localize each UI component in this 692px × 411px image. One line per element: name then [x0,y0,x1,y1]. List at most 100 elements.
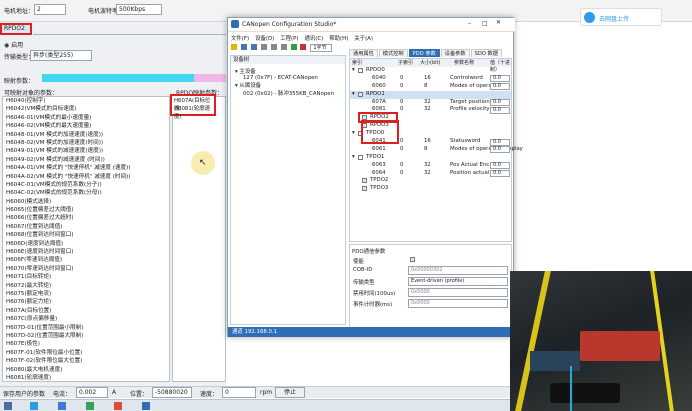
pdo-checkbox[interactable] [362,186,367,192]
paste-icon[interactable] [280,44,287,50]
list-item[interactable]: H6068(位置到达时间窗口) [3,231,169,239]
cob-field[interactable]: 0x00000302 [408,266,508,275]
value-field[interactable]: 0.0 [490,146,510,154]
copy-icon[interactable] [270,44,277,50]
tab-item[interactable]: 设备参数 [440,49,470,57]
list-item[interactable]: H6071(目标转矩) [3,273,169,281]
expand-icon[interactable]: ▾ [352,130,355,138]
start-icon[interactable] [4,402,12,410]
list-item[interactable]: H604A-01(VM 模式的 "快速停机" 减速度 (速度)) [3,164,169,172]
list-item[interactable]: H607C(原点偏移量) [3,315,169,323]
trans-select[interactable]: Event-driven (profile) [408,277,508,286]
list-item[interactable]: H6076(额定力矩) [3,298,169,306]
stop-button[interactable]: 停止 [275,387,305,398]
cut-icon[interactable] [260,44,267,50]
list-item[interactable]: H606D(速度到达阈值) [3,240,169,248]
menu-item[interactable]: 设备(D) [255,36,274,42]
menu-item[interactable]: 关于(A) [354,36,373,42]
tab-item[interactable]: 通用属性 [349,49,378,57]
maximize-icon[interactable]: □ [482,20,488,27]
pdo-checkbox[interactable] [358,154,363,160]
value-field[interactable]: 0.0 [490,106,510,114]
tab-item[interactable]: SDO 数据 [470,49,502,57]
list-item[interactable]: H6046-01(VM模式的最小速度量) [3,114,169,122]
trans-type-select[interactable]: 异步(类型255) [30,50,92,61]
table-row[interactable]: ▾ TPDO1 [350,154,511,162]
available-object-list[interactable]: H6040(控制字) H6042(VM模式的目标速度) H6046-01(VM模式的… [2,96,170,382]
slave-device[interactable]: 002 (0x02) - 脉冲355KB_CANopen [231,89,345,97]
pdo-enable-checkbox[interactable] [410,257,415,262]
event-field[interactable]: 0x0000 [408,299,508,308]
value-field[interactable]: 0.0 [490,99,510,107]
expand-icon[interactable]: ▾ [352,91,355,99]
table-row[interactable]: ▾ RPDO0 [350,67,511,75]
menu-item[interactable]: 工程(P) [280,36,298,42]
list-item[interactable]: H607E(极性) [3,340,169,348]
expand-icon[interactable]: ▾ [352,154,355,162]
pdo-checkbox[interactable] [358,91,363,97]
list-item[interactable]: H607F-02(软件限位最大位置) [3,357,169,365]
list-item[interactable]: H606F(零速到达阈值) [3,256,169,264]
list-item[interactable]: H6075(额定电流) [3,290,169,298]
app-icon[interactable] [114,402,122,410]
baud-select[interactable]: 500Kbps [116,4,162,15]
table-row[interactable]: ▾ RPDO1 [350,90,511,99]
table-row[interactable]: 6063 0 32 Pos Actual Enc Value 0.0 [350,162,511,170]
tab-rpdo2[interactable]: RPDO2 [0,23,32,35]
table-row[interactable]: 6040 0 16 Controlword 0.0 [350,75,511,83]
close-icon[interactable]: ✕ [496,19,501,26]
list-item[interactable]: H6060(模式选择) [3,198,169,206]
value-field[interactable]: 0.0 [490,75,510,83]
menu-item[interactable]: 通讯(C) [304,36,323,42]
tab-item[interactable]: PDO 参数 [408,49,440,57]
current-field[interactable]: 0.002 [76,387,108,398]
value-field[interactable]: 0.0 [490,83,510,91]
list-item[interactable]: H6067(位置到达阈值) [3,223,169,231]
app-icon[interactable] [142,402,150,410]
upload-badge[interactable]: 去网盘上传 [580,8,662,26]
list-item[interactable]: H6070(零速到达时间窗口) [3,265,169,273]
mapped-list[interactable] [172,96,226,382]
disconnect-icon[interactable] [300,44,307,50]
speed-field[interactable]: 0 [222,387,256,398]
list-item[interactable]: H607A(目标位置) [3,307,169,315]
inhibit-field[interactable]: 0x0000 [408,288,508,297]
master-node[interactable]: ▾ 主设备 [231,67,345,75]
mapped-item[interactable]: H607A(目标位置) [174,97,212,112]
list-item[interactable]: H6049-02(VM 模式的减速速度 (时间)) [3,156,169,164]
save-icon[interactable] [240,44,247,50]
open-icon[interactable] [231,44,237,50]
list-item[interactable]: H607F-01(软件限位最小位置) [3,349,169,357]
app-icon[interactable] [30,402,38,410]
value-field[interactable]: 0.0 [490,162,510,170]
list-item[interactable]: H6046-02(VM模式的最大速度量) [3,122,169,130]
save-all-icon[interactable] [250,44,257,50]
table-row[interactable]: TPDO2 [350,177,511,185]
app-icon[interactable] [58,402,66,410]
enable-radio[interactable]: ◉ 启用 [4,40,23,49]
mapped-item[interactable]: H6081(轮廓速度) [174,105,212,120]
list-item[interactable]: H606E(速度到达时间窗口) [3,248,169,256]
slave-node[interactable]: ▾ 从属设备 [231,81,345,89]
list-item[interactable]: H6040(控制字) [3,97,169,105]
table-row[interactable]: TPDO3 [350,185,511,193]
zoom-select[interactable]: 1字节 [310,44,333,52]
value-field[interactable]: 0.0 [490,138,510,146]
list-item[interactable]: H607D-01(位置范围最小限制) [3,324,169,332]
list-item[interactable]: H604C-02(VM模式的规范系数(分母)) [3,189,169,197]
table-row[interactable]: 6060 0 8 Modes of operation 0.0 [350,83,511,91]
menu-item[interactable]: 帮助(H) [329,36,348,42]
table-row[interactable]: 6064 0 32 Position actual value 0.0 [350,170,511,178]
list-item[interactable]: H6080(最大电机速度) [3,366,169,374]
list-item[interactable]: H6072(最大转矩) [3,282,169,290]
menu-item[interactable]: 文件(F) [231,36,249,42]
list-item[interactable]: H604A-02(VM 模式的 "快速停机" 减速度 (时间)) [3,173,169,181]
motor-addr-input[interactable]: 2 [34,4,66,15]
minimize-icon[interactable]: – [468,20,471,27]
pdo-checkbox[interactable] [362,178,367,184]
app-icon[interactable] [86,402,94,410]
expand-icon[interactable]: ▾ [352,67,355,75]
tab-item[interactable]: 模式控制 [378,49,408,57]
list-item[interactable]: H6065(位置偏差过大阈值) [3,206,169,214]
pos-field[interactable]: -50880020 [152,387,192,398]
